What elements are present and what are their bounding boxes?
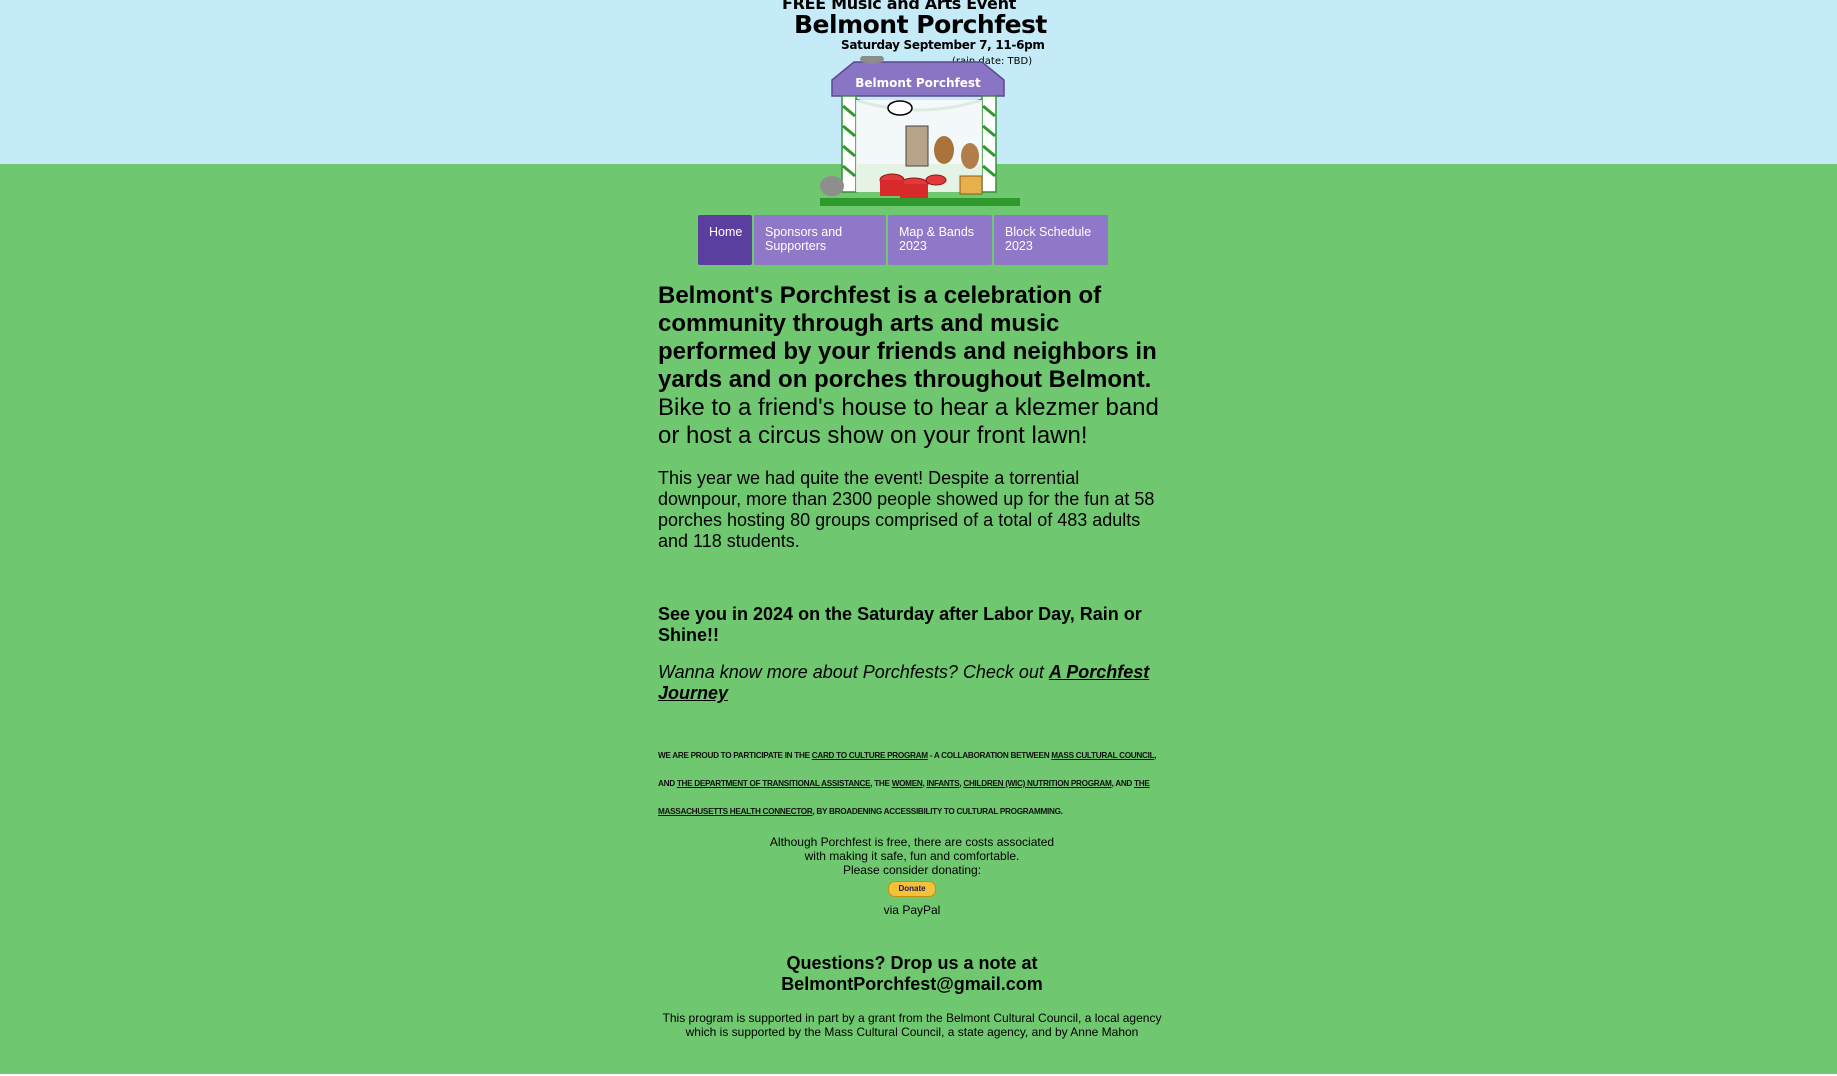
proud-text: , by broadening accessibility to cultura… xyxy=(812,807,1063,816)
porchfest-logo: FREE Music and Arts Event Belmont Porchf… xyxy=(780,0,1050,206)
nav-home[interactable]: Home xyxy=(698,215,752,265)
intro-paragraph: Belmont's Porchfest is a celebration of … xyxy=(658,282,1166,450)
questions-text: Questions? Drop us a note at xyxy=(786,953,1038,973)
proud-text: - a collaboration between xyxy=(927,751,1052,760)
donate-line-3: Please consider donating: xyxy=(842,863,982,877)
donate-section: Although Porchfest is free, there are co… xyxy=(658,835,1166,897)
nav-sponsors-supporters[interactable]: Sponsors and Supporters xyxy=(754,215,886,265)
wic-program-link[interactable]: Children (WIC) Nutrition Program xyxy=(963,779,1112,788)
intro-bold: Belmont's Porchfest is a celebration of … xyxy=(658,282,1157,393)
infants-link[interactable]: Infants xyxy=(926,779,959,788)
support-line-1: This program is supported in part by a g… xyxy=(662,1011,1162,1025)
dta-link[interactable]: the Department of Transitional Assistanc… xyxy=(677,779,871,788)
card-to-culture-link[interactable]: Card to Culture program xyxy=(812,751,928,760)
chair xyxy=(959,175,983,195)
proud-text: , the xyxy=(870,779,892,788)
logo-title: Belmont Porchfest xyxy=(794,10,1047,39)
dog xyxy=(934,136,954,164)
recap-paragraph: This year we had quite the event! Despit… xyxy=(658,468,1155,551)
cow xyxy=(887,100,913,116)
mouse xyxy=(820,176,844,196)
porchfest-journey-paragraph: Wanna know more about Porchfests? Check … xyxy=(658,662,1166,704)
nav-map-bands-2023[interactable]: Map & Bands 2023 xyxy=(888,215,992,265)
logo-date: Saturday September 7, 11-6pm xyxy=(841,38,1045,52)
donate-line-1: Although Porchfest is free, there are co… xyxy=(769,835,1055,849)
porch-illustration: Belmont Porchfest xyxy=(820,56,1020,206)
support-line-2: which is supported by the Mass Cultural … xyxy=(685,1025,1139,1039)
roof-sign-text: Belmont Porchfest xyxy=(855,76,981,90)
see-you-2024: See you in 2024 on the Saturday after La… xyxy=(658,604,1142,645)
intro-rest: Bike to a friend's house to hear a klezm… xyxy=(658,394,1159,449)
proud-text: , and xyxy=(1111,779,1135,788)
via-paypal: via PayPal xyxy=(883,903,941,917)
contact-email[interactable]: BelmontPorchfest@gmail.com xyxy=(658,974,1166,995)
contact-section: Questions? Drop us a note at BelmontPorc… xyxy=(658,953,1166,995)
women-link[interactable]: Women xyxy=(892,779,923,788)
grant-support-note: This program is supported in part by a g… xyxy=(658,1011,1166,1039)
main-content: Belmont's Porchfest is a celebration of … xyxy=(658,282,1166,1039)
proud-text: We are proud to participate in the xyxy=(658,751,812,760)
mass-cultural-council-link[interactable]: Mass Cultural Council xyxy=(1051,751,1154,760)
main-nav: Home Sponsors and Supporters Map & Bands… xyxy=(698,215,1108,265)
deer xyxy=(961,143,979,169)
wanna-text: Wanna know more about Porchfests? Check … xyxy=(658,662,1049,682)
paypal-donate-button[interactable]: Donate xyxy=(888,881,936,897)
door xyxy=(905,125,929,167)
card-to-culture-paragraph: We are proud to participate in the Card … xyxy=(658,742,1166,826)
nav-block-schedule-2023[interactable]: Block Schedule 2023 xyxy=(994,215,1108,265)
donate-line-2: with making it safe, fun and comfortable… xyxy=(804,849,1020,863)
